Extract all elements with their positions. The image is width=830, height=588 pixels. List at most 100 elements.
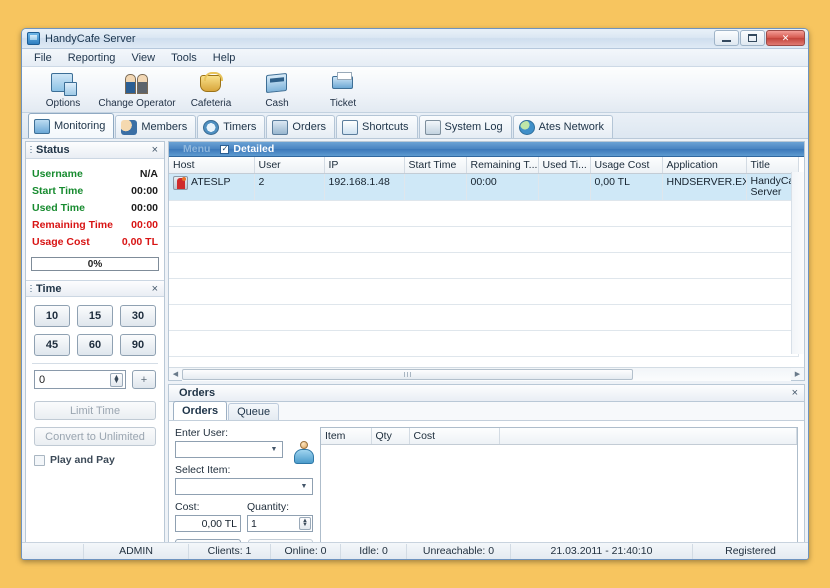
scroll-track[interactable] bbox=[182, 367, 791, 381]
cell-host: ATESLP bbox=[169, 173, 255, 201]
column-header-start-time[interactable]: Start Time bbox=[404, 157, 467, 174]
orders-tab-queue[interactable]: Queue bbox=[228, 403, 280, 420]
table-row-empty[interactable] bbox=[169, 278, 799, 305]
orders-tab-strip: Orders Queue bbox=[169, 401, 804, 421]
scroll-thumb[interactable] bbox=[182, 368, 633, 380]
minimize-button[interactable] bbox=[714, 30, 739, 46]
cost-field[interactable]: 0,00 TL bbox=[175, 515, 241, 532]
column-header-host[interactable]: Host bbox=[169, 157, 255, 174]
time-preset-10[interactable]: 10 bbox=[34, 305, 70, 327]
cost-quantity-fields: 0,00 TL 1 ▲ ▼ bbox=[175, 515, 313, 532]
quantity-stepper[interactable]: 1 ▲ ▼ bbox=[247, 515, 313, 532]
column-header-remaining-time[interactable]: Remaining T... bbox=[466, 157, 539, 174]
convert-to-unlimited-button[interactable]: Convert to Unlimited bbox=[34, 427, 156, 446]
time-preset-30[interactable]: 30 bbox=[120, 305, 156, 327]
orders-column-item[interactable]: Item bbox=[321, 428, 372, 445]
column-header-usage-cost[interactable]: Usage Cost bbox=[590, 157, 663, 174]
menu-item-file[interactable]: File bbox=[26, 51, 60, 65]
menu-item-view[interactable]: View bbox=[123, 51, 163, 65]
table-row-empty[interactable] bbox=[169, 226, 799, 253]
tab-orders[interactable]: Orders bbox=[266, 115, 336, 138]
menu-item-help[interactable]: Help bbox=[205, 51, 244, 65]
scroll-right-icon[interactable]: ▶ bbox=[791, 368, 804, 381]
cell-start-time bbox=[404, 173, 467, 201]
statusbar-cell-registered: Registered bbox=[725, 544, 776, 557]
spinner-arrows-icon[interactable]: ▲ ▼ bbox=[299, 517, 311, 530]
left-dock: Status × Username N/A Start Time 00:00 U… bbox=[25, 141, 165, 556]
table-row-empty[interactable] bbox=[169, 330, 799, 357]
orders-column-qty[interactable]: Qty bbox=[371, 428, 410, 445]
limit-time-button[interactable]: Limit Time bbox=[34, 401, 156, 420]
select-item-combo[interactable]: ▼ bbox=[175, 478, 313, 495]
orders-tab-orders[interactable]: Orders bbox=[173, 401, 228, 420]
toolbar-label-ticket: Ticket bbox=[329, 98, 357, 109]
status-panel-close-icon[interactable]: × bbox=[150, 144, 160, 156]
table-row-empty[interactable] bbox=[169, 304, 799, 331]
status-rows: Username N/A Start Time 00:00 Used Time … bbox=[26, 159, 164, 250]
tab-members[interactable]: Members bbox=[115, 115, 197, 138]
timer-icon bbox=[203, 119, 220, 135]
time-preset-60[interactable]: 60 bbox=[77, 334, 113, 356]
orders-dock-close-icon[interactable]: × bbox=[790, 387, 800, 399]
play-and-pay-row[interactable]: Play and Pay bbox=[26, 446, 164, 466]
app-icon bbox=[27, 32, 40, 45]
toolbar-button-options[interactable]: Options bbox=[30, 69, 96, 111]
quantity-value: 1 bbox=[251, 517, 257, 530]
chevron-down-icon[interactable]: ▼ bbox=[267, 443, 281, 456]
toolbar-label-change-operator: Change Operator bbox=[98, 98, 176, 109]
time-preset-90[interactable]: 90 bbox=[120, 334, 156, 356]
column-header-application[interactable]: Application bbox=[662, 157, 747, 174]
spinner-arrows-icon[interactable]: ▲ ▼ bbox=[110, 373, 123, 387]
toolbar-button-cafeteria[interactable]: Cafeteria bbox=[178, 69, 244, 111]
column-header-user[interactable]: User bbox=[254, 157, 325, 174]
monitoring-horizontal-scrollbar[interactable]: ◀ ▶ bbox=[169, 367, 804, 381]
add-user-icon[interactable] bbox=[293, 441, 315, 465]
toolbar-button-ticket[interactable]: Ticket bbox=[310, 69, 376, 111]
menu-item-reporting[interactable]: Reporting bbox=[60, 51, 124, 65]
tab-timers[interactable]: Timers bbox=[197, 115, 266, 138]
main-toolbar: Options Change Operator Cafeteria Cash T… bbox=[22, 67, 808, 113]
monitor-icon bbox=[34, 118, 50, 134]
tab-monitoring[interactable]: Monitoring bbox=[28, 113, 115, 138]
statusbar-cell-clients: Clients: 1 bbox=[189, 543, 271, 559]
drag-handle-icon[interactable] bbox=[30, 146, 32, 155]
monitoring-panel: Menu ✓ Detailed Host User IP Start Time … bbox=[168, 141, 805, 381]
monitoring-menu-button[interactable]: Menu bbox=[175, 143, 218, 155]
add-time-button[interactable]: + bbox=[132, 370, 156, 389]
column-header-used-time[interactable]: Used Ti... bbox=[538, 157, 591, 174]
column-header-title[interactable]: Title bbox=[746, 157, 799, 174]
table-row-empty[interactable] bbox=[169, 252, 799, 279]
enter-user-label: Enter User: bbox=[175, 427, 229, 439]
toolbar-button-cash[interactable]: Cash bbox=[244, 69, 310, 111]
custom-time-stepper[interactable]: 0 ▲ ▼ bbox=[34, 370, 126, 389]
enter-user-combo[interactable]: ▼ bbox=[175, 441, 283, 458]
scroll-left-icon[interactable]: ◀ bbox=[169, 368, 182, 381]
table-row-empty[interactable] bbox=[169, 200, 799, 227]
orders-table-header-row: Item Qty Cost bbox=[321, 428, 797, 445]
time-preset-45[interactable]: 45 bbox=[34, 334, 70, 356]
time-panel-close-icon[interactable]: × bbox=[150, 283, 160, 295]
time-preset-15[interactable]: 15 bbox=[77, 305, 113, 327]
column-header-ip[interactable]: IP bbox=[324, 157, 405, 174]
tab-label-system-log: System Log bbox=[444, 121, 503, 133]
monitoring-vertical-scrollbar[interactable] bbox=[791, 172, 804, 354]
tab-system-log[interactable]: System Log bbox=[418, 115, 512, 138]
cost-label: Cost: bbox=[175, 501, 200, 513]
tab-ates-network[interactable]: Ates Network bbox=[512, 115, 614, 138]
time-preset-row-1: 10 15 30 bbox=[34, 305, 156, 327]
maximize-button[interactable] bbox=[740, 30, 765, 46]
close-button[interactable]: ✕ bbox=[766, 30, 805, 46]
play-and-pay-checkbox[interactable] bbox=[34, 454, 45, 466]
window-title: HandyCafe Server bbox=[45, 32, 136, 45]
status-value-usage-cost: 0,00 TL bbox=[121, 235, 158, 248]
drag-handle-icon[interactable] bbox=[30, 285, 32, 294]
chevron-down-icon[interactable]: ▼ bbox=[297, 480, 311, 493]
table-row[interactable]: ATESLP 2 192.168.1.48 00:00 0,00 TL HNDS… bbox=[169, 173, 799, 201]
toolbar-button-change-operator[interactable]: Change Operator bbox=[96, 69, 178, 111]
detailed-checkbox-row[interactable]: ✓ Detailed bbox=[220, 143, 274, 155]
orders-column-cost[interactable]: Cost bbox=[409, 428, 500, 445]
menu-item-tools[interactable]: Tools bbox=[163, 51, 205, 65]
detailed-checkbox[interactable]: ✓ bbox=[220, 144, 230, 154]
tab-shortcuts[interactable]: Shortcuts bbox=[336, 115, 418, 138]
status-panel-title: Status bbox=[36, 144, 70, 156]
